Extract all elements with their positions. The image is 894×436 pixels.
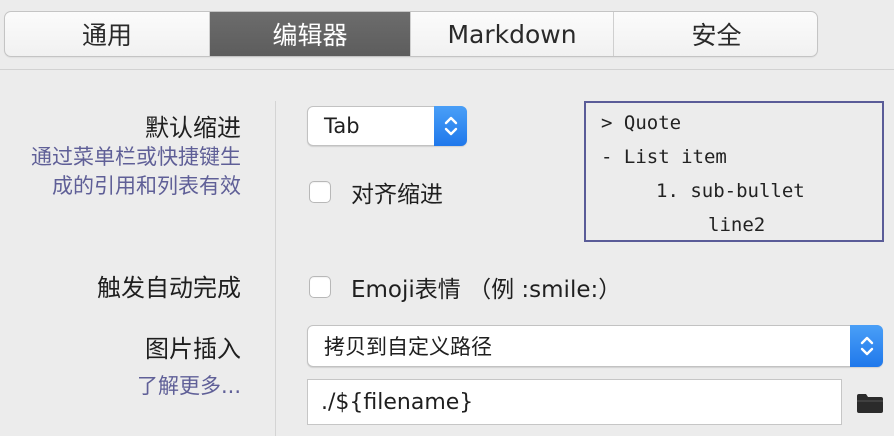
autocomplete-label: 触发自动完成 <box>97 274 241 302</box>
preview-sub-bullet-line: 1. sub-bullet <box>656 180 805 202</box>
tab-general[interactable]: 通用 <box>5 12 210 56</box>
indent-label: 默认缩进 <box>145 114 241 142</box>
indent-hint-line2: 成的引用和列表有效 <box>52 174 241 198</box>
learn-more-link[interactable]: 了解更多... <box>137 370 241 400</box>
tab-markdown[interactable]: Markdown <box>411 12 614 56</box>
chevron-updown-icon <box>434 106 467 146</box>
tab-security[interactable]: 安全 <box>614 12 817 56</box>
tab-editor[interactable]: 编辑器 <box>210 12 411 56</box>
chevron-updown-icon <box>850 325 883 367</box>
image-insert-select[interactable]: 拷贝到自定义路径 <box>307 325 883 367</box>
indent-select[interactable]: Tab <box>307 106 467 146</box>
image-insert-select-value: 拷贝到自定义路径 <box>324 335 492 359</box>
image-insert-label: 图片插入 <box>145 335 241 363</box>
header-divider <box>0 69 894 70</box>
folder-icon[interactable] <box>856 392 884 418</box>
emoji-label: Emoji表情 （例 :smile:） <box>351 277 622 303</box>
column-divider <box>275 101 276 436</box>
align-indent-option[interactable]: 对齐缩进 <box>309 175 443 209</box>
indent-select-value: Tab <box>324 114 360 138</box>
indent-hint-line1: 通过菜单栏或快捷键生 <box>31 145 241 169</box>
preview-list-line: - List item <box>601 146 727 168</box>
emoji-option[interactable]: Emoji表情 （例 :smile:） <box>309 270 621 304</box>
image-path-value: ./${filename} <box>321 389 474 415</box>
indent-preview: > Quote - List item 1. sub-bullet line2 <box>584 101 884 242</box>
align-indent-label: 对齐缩进 <box>351 182 443 208</box>
image-path-input[interactable]: ./${filename} <box>307 379 842 425</box>
align-indent-checkbox[interactable] <box>309 181 331 203</box>
settings-tabs: 通用 编辑器 Markdown 安全 <box>4 11 818 57</box>
preview-quote-line: > Quote <box>601 112 682 134</box>
emoji-checkbox[interactable] <box>309 276 331 298</box>
preview-line2: line2 <box>708 214 766 236</box>
